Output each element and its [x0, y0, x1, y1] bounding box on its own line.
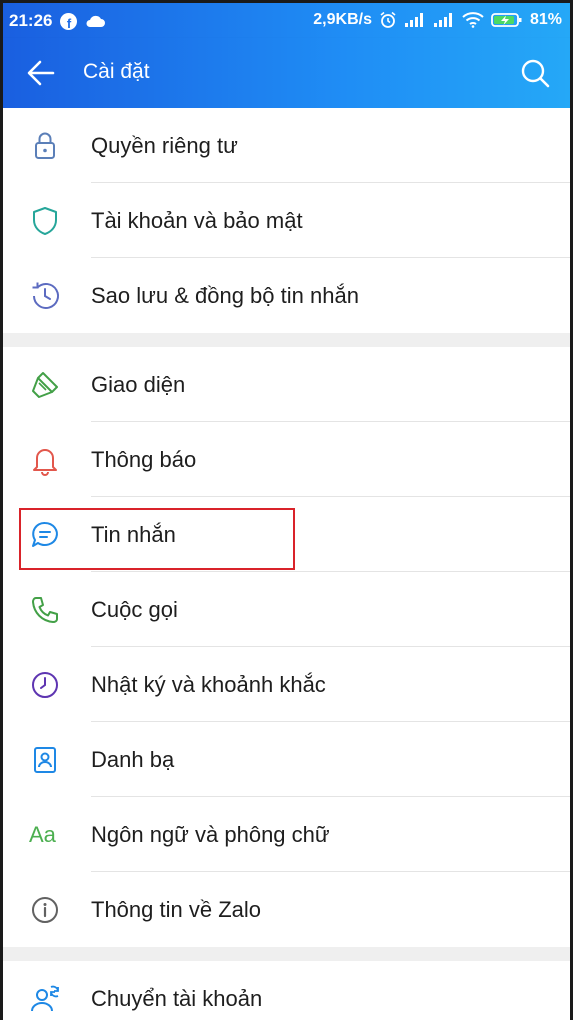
signal-icon	[404, 13, 423, 27]
settings-item-label: Sao lưu & đồng bộ tin nhắn	[91, 283, 359, 308]
settings-item-label: Cuộc gọi	[91, 597, 178, 622]
shield-icon	[33, 207, 57, 235]
history-icon	[32, 282, 59, 309]
settings-list: Quyền riêng tư Tài khoản và bảo mật Sao …	[3, 108, 570, 1020]
settings-item-notifications[interactable]: Thông báo	[3, 422, 570, 497]
phone-screen: 21:26 f 2,9KB/s 81% Cài đặt Quyền riêng …	[0, 0, 573, 1020]
settings-item-calls[interactable]: Cuộc gọi	[3, 572, 570, 647]
info-icon	[32, 897, 58, 923]
settings-item-label: Thông tin về Zalo	[91, 897, 261, 922]
settings-item-privacy[interactable]: Quyền riêng tư	[3, 108, 570, 183]
clock-icon	[32, 672, 58, 698]
settings-item-label: Giao diện	[91, 372, 186, 397]
contact-card-icon	[34, 747, 56, 773]
app-bar: Cài đặt	[3, 38, 570, 108]
settings-item-backup-sync[interactable]: Sao lưu & đồng bộ tin nhắn	[3, 258, 570, 333]
status-bar: 21:26 f 2,9KB/s 81%	[3, 3, 570, 38]
settings-item-label: Quyền riêng tư	[91, 133, 238, 158]
settings-item-label: Nhật ký và khoảnh khắc	[91, 672, 326, 697]
settings-item-label: Chuyển tài khoản	[91, 986, 263, 1011]
chat-bubble-icon	[32, 521, 58, 547]
phone-icon	[32, 597, 58, 623]
settings-item-switch-account[interactable]: Chuyển tài khoản	[3, 961, 570, 1020]
settings-item-label: Tài khoản và bảo mật	[91, 208, 303, 233]
signal-icon-2	[433, 13, 452, 27]
facebook-icon: f	[60, 12, 78, 30]
settings-item-label: Tin nhắn	[91, 522, 176, 547]
back-arrow-icon[interactable]	[27, 60, 55, 86]
settings-item-appearance[interactable]: Giao diện	[3, 347, 570, 422]
settings-item-timeline[interactable]: Nhật ký và khoảnh khắc	[3, 647, 570, 722]
settings-item-account-security[interactable]: Tài khoản và bảo mật	[3, 183, 570, 258]
settings-item-label: Ngôn ngữ và phông chữ	[91, 822, 330, 847]
section-separator	[3, 333, 570, 347]
wifi-icon	[462, 12, 484, 28]
settings-item-language-font[interactable]: Aa Ngôn ngữ và phông chữ	[3, 797, 570, 872]
settings-item-label: Danh bạ	[91, 747, 175, 772]
section-separator	[3, 947, 570, 961]
cloud-icon	[86, 15, 106, 27]
settings-item-contacts[interactable]: Danh bạ	[3, 722, 570, 797]
battery-charging-icon	[491, 13, 522, 27]
network-speed: 2,9KB/s	[313, 11, 372, 28]
search-icon[interactable]	[520, 58, 550, 88]
settings-item-messages[interactable]: Tin nhắn	[3, 497, 570, 572]
status-time: 21:26	[9, 11, 53, 30]
battery-level: 81%	[529, 11, 562, 28]
switch-account-icon	[31, 985, 59, 1012]
page-title: Cài đặt	[83, 60, 150, 83]
paint-brush-icon	[32, 372, 58, 398]
settings-item-about-zalo[interactable]: Thông tin về Zalo	[3, 872, 570, 947]
bell-icon	[33, 449, 57, 476]
lock-icon	[35, 132, 55, 159]
font-icon: Aa	[29, 822, 56, 847]
settings-item-label: Thông báo	[91, 447, 197, 472]
alarm-icon	[380, 11, 396, 28]
